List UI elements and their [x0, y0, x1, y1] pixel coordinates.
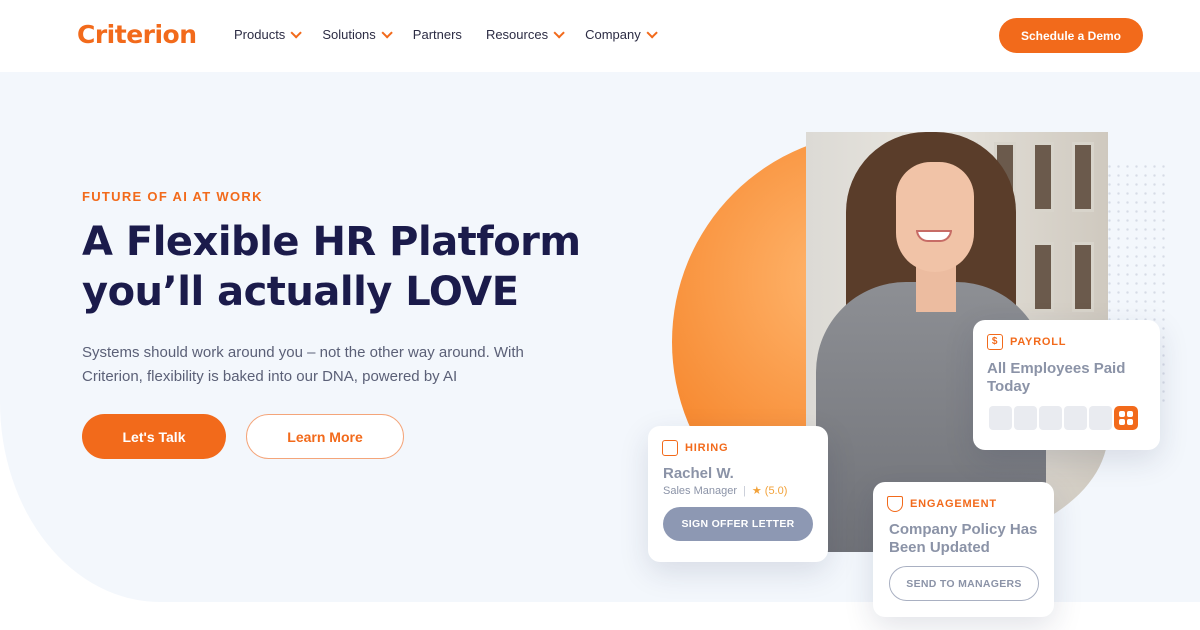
- hero-headline: A Flexible HR Platform you’ll actually L…: [82, 217, 581, 317]
- nav-products[interactable]: Products: [234, 26, 303, 42]
- nav-partners[interactable]: Partners: [413, 27, 462, 42]
- chevron-down-icon: [381, 26, 393, 39]
- candidate-role: Sales Manager: [663, 484, 737, 497]
- payroll-progress: [989, 406, 1138, 430]
- person-face: [896, 162, 974, 272]
- progress-segment: [1089, 406, 1112, 430]
- payroll-card-title: All Employees Paid Today: [987, 360, 1126, 395]
- hiring-label-text: HIRING: [685, 442, 729, 454]
- nav-resources[interactable]: Resources: [485, 26, 565, 42]
- send-to-managers-button[interactable]: SEND TO MANAGERS: [889, 566, 1039, 601]
- building-icon: [662, 440, 678, 456]
- progress-segment: [1039, 406, 1062, 430]
- candidate-rating: ★ (5.0): [751, 485, 788, 497]
- grid-apps-icon: [1114, 406, 1138, 430]
- criterion-logo[interactable]: Criterion: [77, 20, 197, 49]
- headline-line-1: A Flexible HR Platform: [82, 219, 581, 265]
- nav-products-label: Products: [234, 27, 286, 42]
- engagement-card: ENGAGEMENT Company Policy Has Been Updat…: [873, 482, 1054, 617]
- nav-solutions-label: Solutions: [322, 27, 376, 42]
- payroll-label-text: PAYROLL: [1010, 336, 1067, 348]
- nav-company-label: Company: [585, 27, 641, 42]
- chevron-down-icon: [290, 26, 303, 39]
- nav-partners-label: Partners: [412, 27, 462, 42]
- chevron-down-icon: [553, 26, 565, 39]
- nav-company[interactable]: Company: [585, 26, 658, 42]
- building-window: [1072, 142, 1094, 212]
- dollar-icon: $: [987, 334, 1003, 350]
- nav-resources-label: Resources: [485, 27, 549, 42]
- learn-more-button[interactable]: Learn More: [246, 414, 404, 459]
- site-header: Criterion Products Solutions Partners Re…: [0, 0, 1200, 72]
- building-window: [1072, 242, 1094, 312]
- meta-divider: |: [743, 484, 746, 497]
- progress-segment: [989, 406, 1012, 430]
- trophy-icon: [887, 496, 903, 512]
- progress-segment: [1014, 406, 1037, 430]
- lets-talk-button[interactable]: Let's Talk: [82, 414, 226, 459]
- candidate-meta: Sales Manager | ★ (5.0): [663, 484, 788, 498]
- chevron-down-icon: [646, 26, 658, 39]
- building-window: [1032, 242, 1054, 312]
- sign-offer-letter-button[interactable]: SIGN OFFER LETTER: [663, 507, 813, 541]
- hero-subtext: Systems should work around you – not the…: [82, 344, 524, 385]
- payroll-card-label: $ PAYROLL: [987, 334, 1066, 350]
- headline-line-2: you’ll actually LOVE: [82, 269, 519, 315]
- main-nav: Products Solutions Partners Resources Co…: [234, 26, 678, 42]
- engagement-label-text: ENGAGEMENT: [910, 498, 997, 510]
- building-window: [1032, 142, 1054, 212]
- schedule-demo-button[interactable]: Schedule a Demo: [999, 18, 1143, 53]
- engagement-card-title: Company Policy Has Been Updated: [889, 521, 1038, 556]
- engagement-card-label: ENGAGEMENT: [887, 496, 997, 512]
- payroll-card: $ PAYROLL All Employees Paid Today: [973, 320, 1160, 450]
- progress-segment: [1064, 406, 1087, 430]
- nav-solutions[interactable]: Solutions: [322, 26, 393, 42]
- hiring-card: HIRING Rachel W. Sales Manager | ★ (5.0)…: [648, 426, 828, 562]
- hiring-card-label: HIRING: [662, 440, 728, 456]
- hero-eyebrow: FUTURE OF AI AT WORK: [82, 189, 263, 204]
- candidate-name: Rachel W.: [663, 465, 734, 482]
